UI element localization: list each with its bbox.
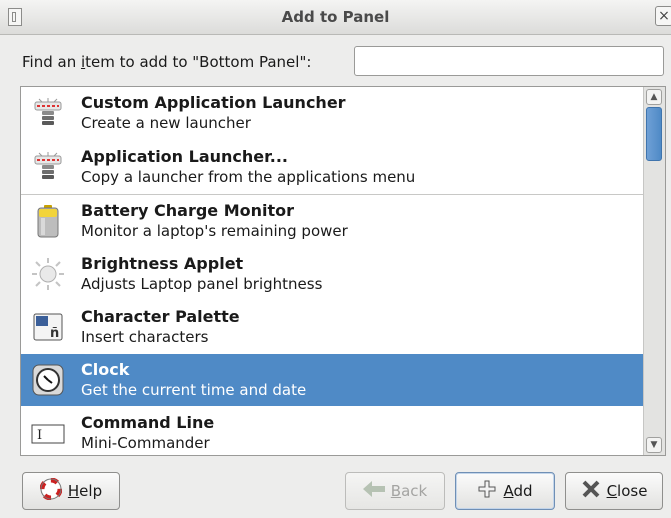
item-name: Command Line (81, 413, 215, 432)
list-scrollbar[interactable]: ▲ ▼ (643, 87, 665, 455)
svg-text:I: I (37, 428, 42, 443)
list-item[interactable]: ñ Character Palette Insert characters (21, 301, 643, 353)
list-item[interactable]: I Command Line Mini-Commander (21, 407, 643, 455)
window-title: Add to Panel (281, 8, 390, 26)
back-arrow-icon (362, 481, 385, 501)
title-bar: Add to Panel × (0, 0, 671, 35)
help-button[interactable]: Help (22, 472, 120, 510)
add-button[interactable]: Add (455, 472, 555, 510)
item-name: Custom Application Launcher (81, 93, 346, 112)
item-description: Create a new launcher (81, 114, 251, 132)
character-palette-icon: ñ (31, 310, 65, 344)
item-description: Insert characters (81, 328, 209, 346)
item-description: Adjusts Laptop panel brightness (81, 275, 323, 293)
search-label: Find an item to add to "Bottom Panel": (22, 53, 312, 71)
item-description: Monitor a laptop's remaining power (81, 222, 348, 240)
item-name: Brightness Applet (81, 254, 244, 273)
list-item[interactable]: Custom Application Launcher Create a new… (21, 87, 643, 139)
applet-list[interactable]: Custom Application Launcher Create a new… (20, 86, 666, 456)
list-item[interactable]: Battery Charge Monitor Monitor a laptop'… (21, 195, 643, 247)
lifebuoy-icon (39, 477, 63, 504)
svg-text:ñ: ñ (50, 326, 59, 341)
brightness-icon (31, 257, 65, 291)
battery-icon (31, 204, 65, 238)
item-name: Battery Charge Monitor (81, 201, 295, 220)
clock-icon (31, 363, 65, 397)
close-button[interactable]: Close (565, 472, 663, 510)
item-description: Mini-Commander (81, 434, 210, 452)
item-description: Get the current time and date (81, 381, 307, 399)
list-item[interactable]: Application Launcher... Copy a launcher … (21, 141, 643, 193)
plus-icon (477, 479, 497, 503)
list-item[interactable]: Brightness Applet Adjusts Laptop panel b… (21, 248, 643, 300)
scroll-thumb[interactable] (646, 107, 662, 161)
back-button[interactable]: Back (345, 472, 445, 510)
item-name: Character Palette (81, 307, 240, 326)
search-input[interactable] (354, 46, 664, 76)
item-name: Application Launcher... (81, 147, 288, 166)
command-line-icon: I (31, 416, 65, 450)
scroll-up-icon[interactable]: ▲ (646, 89, 662, 105)
item-name: Clock (81, 360, 130, 379)
item-description: Copy a launcher from the applications me… (81, 168, 416, 186)
list-item-selected[interactable]: Clock Get the current time and date (21, 354, 643, 406)
close-icon (581, 479, 601, 503)
scroll-down-icon[interactable]: ▼ (646, 437, 662, 453)
launcher-icon (31, 150, 65, 184)
window-close-button[interactable]: × (655, 6, 671, 26)
launcher-icon (31, 96, 65, 130)
